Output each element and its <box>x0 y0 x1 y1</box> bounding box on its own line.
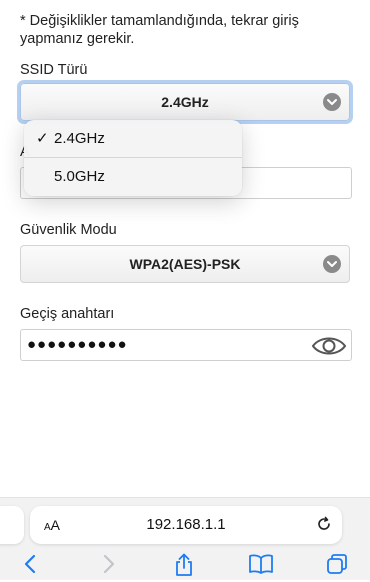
security-mode-select[interactable]: WPA2(AES)-PSK <box>20 245 350 283</box>
ssid-type-select[interactable]: 2.4GHz <box>20 83 350 121</box>
passkey-input[interactable]: ●●●●●●●●●● <box>20 329 352 361</box>
address-bar[interactable]: AA 192.168.1.1 <box>30 506 342 544</box>
security-mode-label: Güvenlik Modu <box>20 222 117 238</box>
ssid-type-dropdown: ✓ 2.4GHz 5.0GHz <box>24 120 242 196</box>
eye-icon[interactable] <box>311 334 347 363</box>
dropdown-option-label: 5.0GHz <box>54 168 105 185</box>
tabs-icon[interactable] <box>326 553 348 580</box>
passkey-label: Geçiş anahtarı <box>20 306 115 322</box>
dropdown-option-5-0ghz[interactable]: 5.0GHz <box>24 158 242 195</box>
browser-bottom-bar: AA 192.168.1.1 <box>0 497 370 580</box>
bookmarks-icon[interactable] <box>248 553 274 580</box>
security-mode-value: WPA2(AES)-PSK <box>129 256 241 272</box>
ssid-type-value: 2.4GHz <box>161 94 209 110</box>
relogin-note: * Değişiklikler tamamlandığında, tekrar … <box>20 13 299 47</box>
url-text: 192.168.1.1 <box>146 516 226 533</box>
chevron-down-icon <box>323 93 341 111</box>
share-icon[interactable] <box>173 553 195 582</box>
reload-icon[interactable] <box>316 516 332 537</box>
dropdown-option-2-4ghz[interactable]: ✓ 2.4GHz <box>24 120 242 157</box>
checkmark-icon: ✓ <box>36 130 49 147</box>
ssid-type-label: SSID Türü <box>20 62 88 78</box>
router-settings-page: * Değişiklikler tamamlandığında, tekrar … <box>0 0 370 500</box>
chevron-down-icon <box>323 255 341 273</box>
previous-tab-peek[interactable] <box>0 506 24 544</box>
back-icon[interactable] <box>22 553 38 580</box>
dropdown-option-label: 2.4GHz <box>54 130 105 147</box>
passkey-value: ●●●●●●●●●● <box>27 336 128 353</box>
forward-icon[interactable] <box>101 553 117 580</box>
